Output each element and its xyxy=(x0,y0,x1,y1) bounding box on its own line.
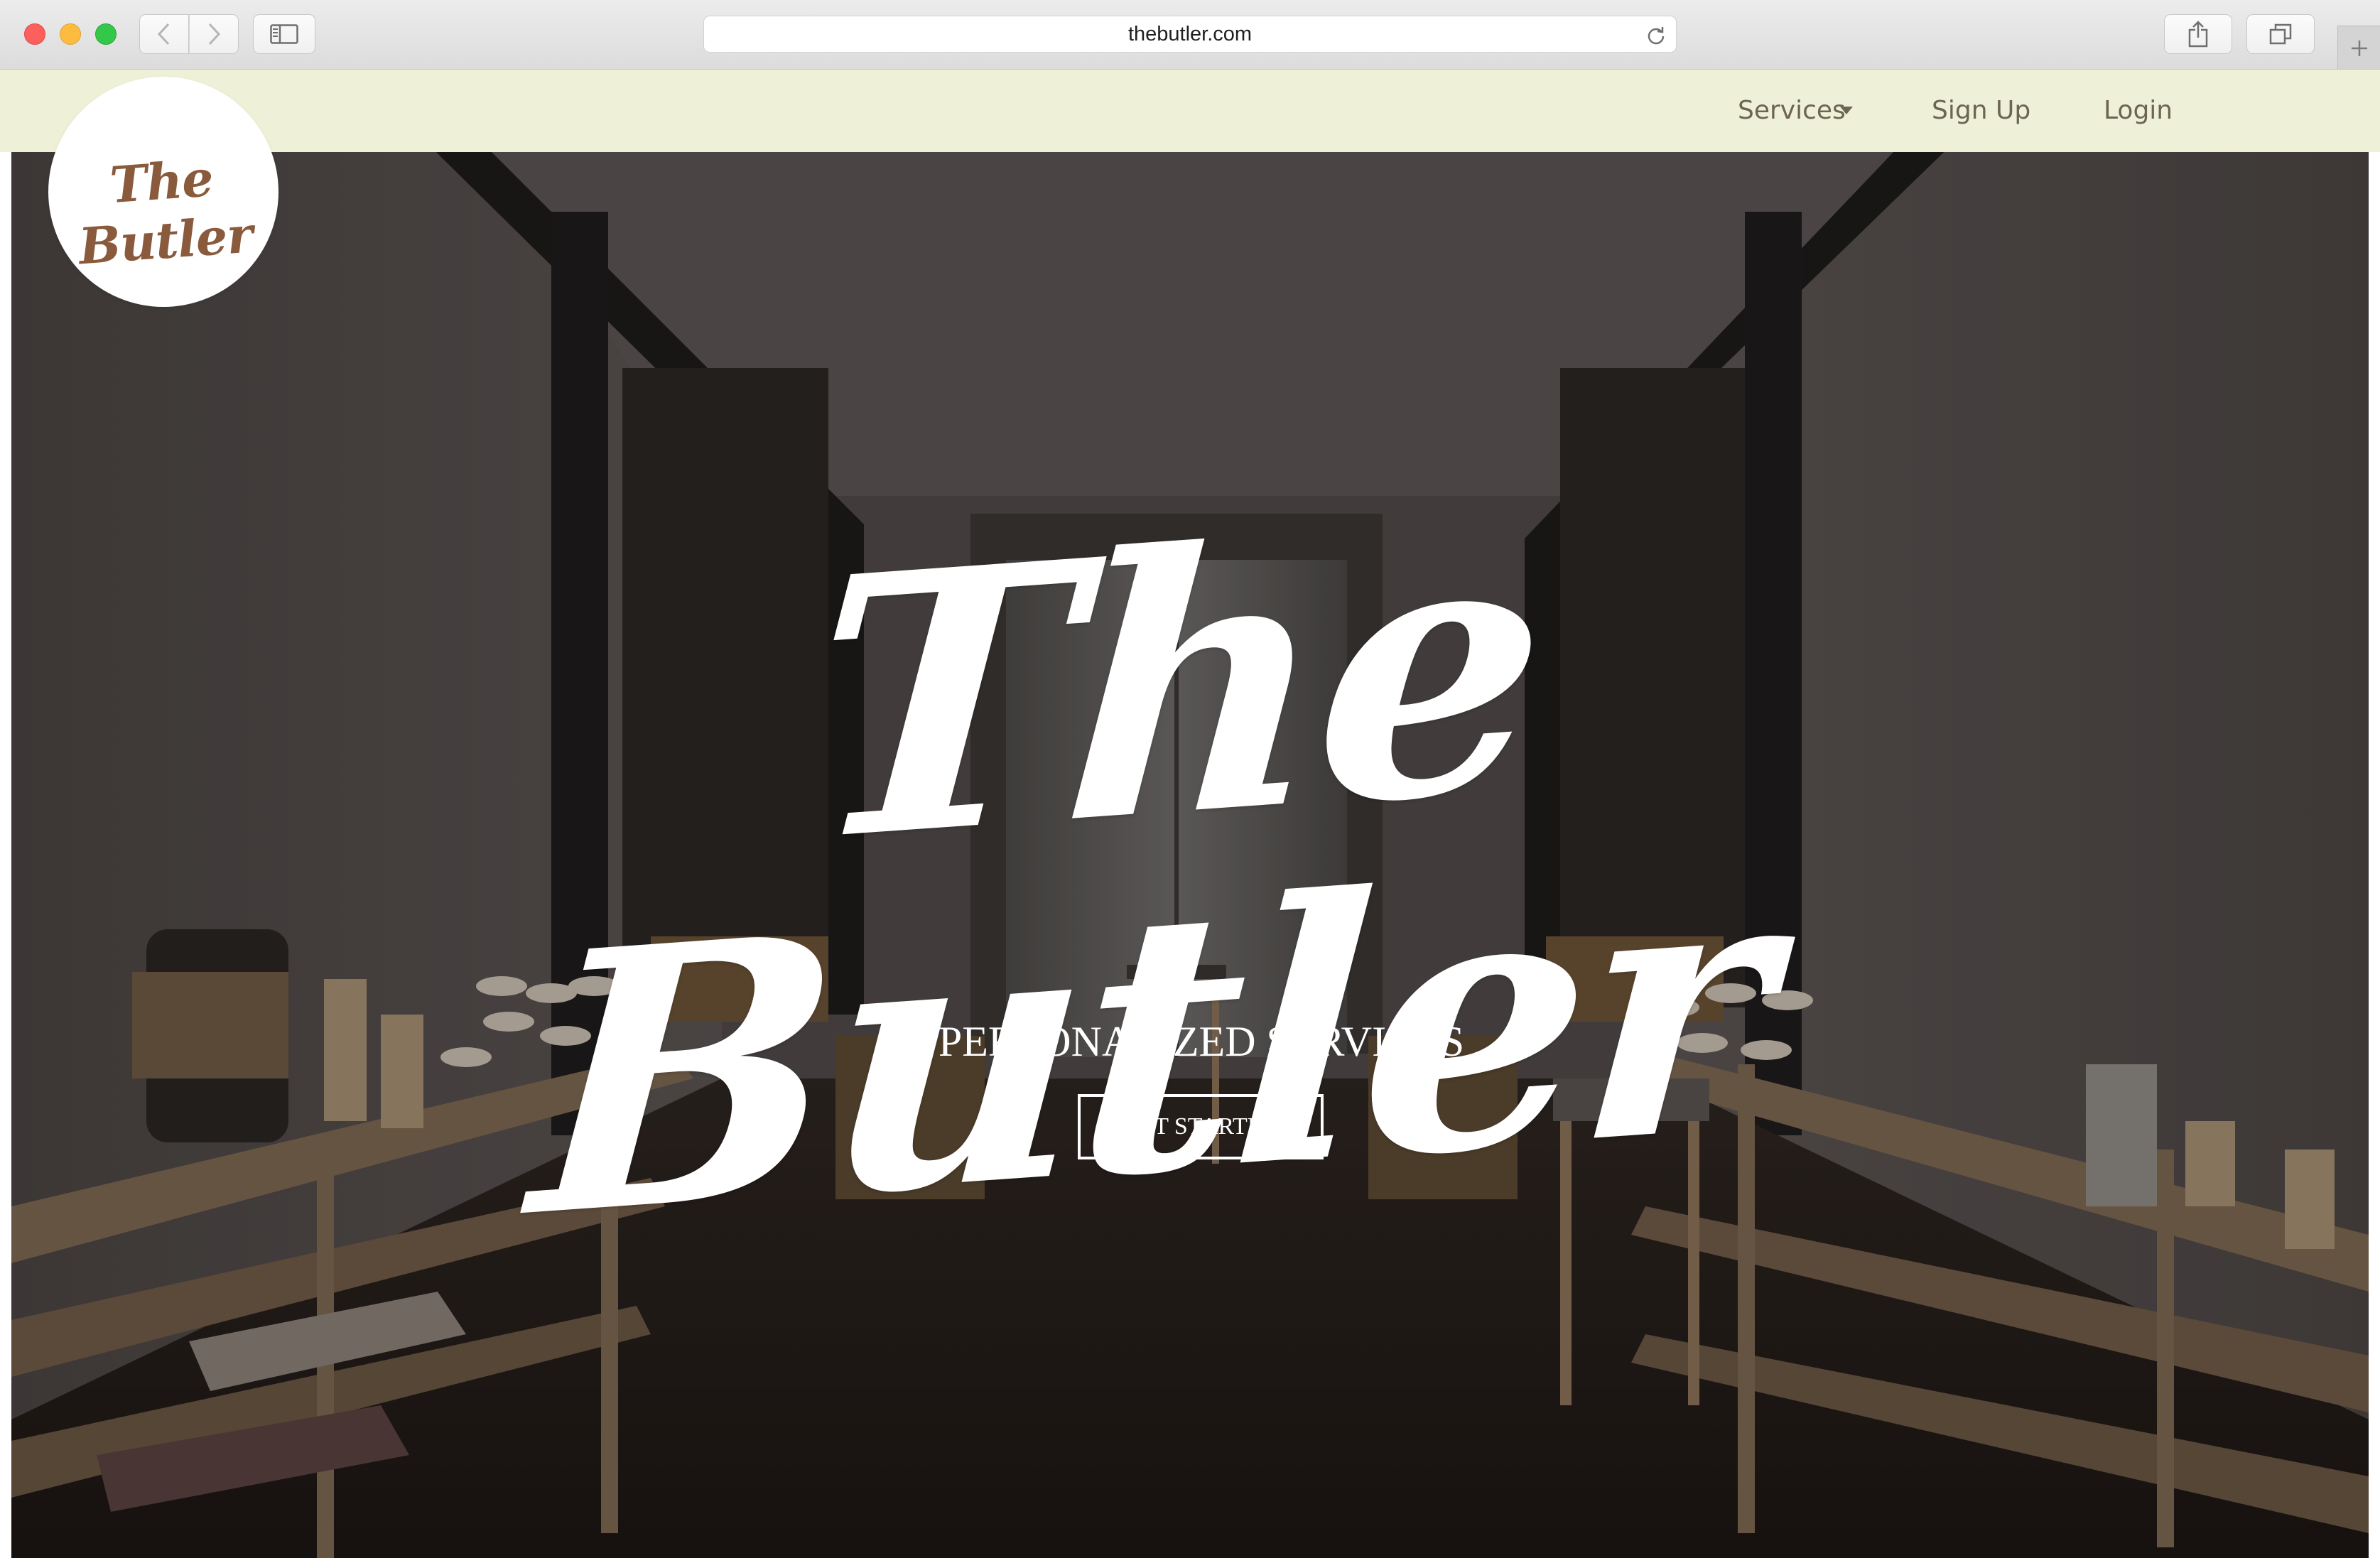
chevron-right-icon xyxy=(208,23,221,45)
chevron-left-icon xyxy=(157,23,170,45)
site-navbar: Services Sign Up Login xyxy=(0,70,2380,152)
url-text: thebutler.com xyxy=(1127,23,1253,45)
plus-icon xyxy=(2352,40,2367,56)
hero-subtitle: PERSONALIZED SERVICES xyxy=(938,1018,1465,1065)
logo-text: The Butler xyxy=(77,148,254,276)
caret-down-icon[interactable] xyxy=(1840,107,1853,115)
website-viewport: The Butler PERSONALIZED SERVICES GET STA… xyxy=(0,70,2380,1563)
tabs-overview-icon xyxy=(2269,23,2292,45)
reload-icon[interactable] xyxy=(1646,25,1666,45)
forward-button[interactable] xyxy=(189,14,239,54)
new-tab-button[interactable] xyxy=(2337,26,2380,69)
share-button[interactable] xyxy=(2164,14,2232,54)
sidebar-icon xyxy=(270,24,298,44)
share-icon xyxy=(2188,21,2208,48)
hero-section: The Butler PERSONALIZED SERVICES GET STA… xyxy=(11,70,2369,1558)
show-all-tabs-button[interactable] xyxy=(2246,14,2315,54)
sidebar-toggle-button[interactable] xyxy=(253,14,315,54)
minimize-window-button[interactable] xyxy=(60,23,81,45)
address-bar[interactable]: thebutler.com xyxy=(703,16,1677,53)
back-button[interactable] xyxy=(139,14,189,54)
browser-toolbar: thebutler.com xyxy=(0,0,2380,70)
browser-window: thebutler.com The Butler PERSONALIZED SE… xyxy=(0,0,2380,1563)
zoom-window-button[interactable] xyxy=(95,23,117,45)
get-started-button[interactable]: GET STARTED xyxy=(1078,1094,1324,1159)
nav-login-link[interactable]: Login xyxy=(2104,70,2173,152)
nav-services-dropdown[interactable]: Services xyxy=(1738,70,1846,152)
site-logo[interactable]: The Butler xyxy=(48,77,278,307)
nav-sign-up-link[interactable]: Sign Up xyxy=(1932,70,2030,152)
close-window-button[interactable] xyxy=(24,23,45,45)
